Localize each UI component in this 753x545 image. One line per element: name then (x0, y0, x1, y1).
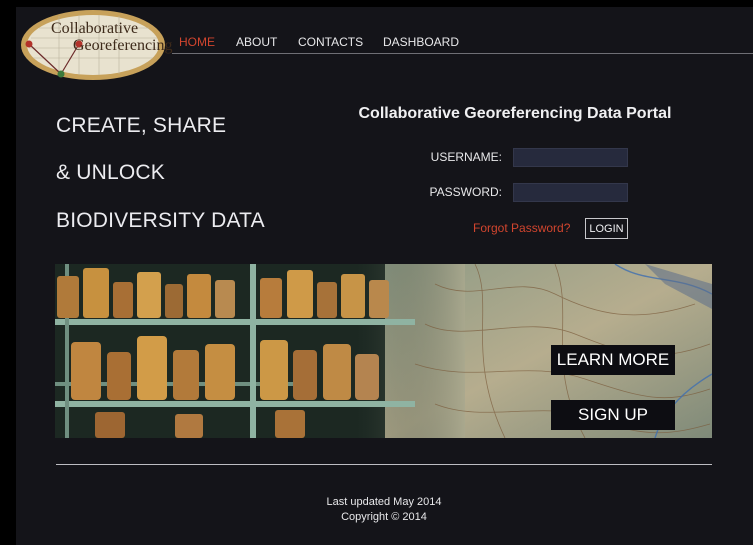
password-label: PASSWORD: (429, 185, 502, 199)
footer-updated: Last updated May 2014 (326, 496, 442, 508)
username-label: USERNAME: (430, 150, 502, 164)
footer-copyright: Copyright © 2014 (341, 511, 427, 523)
learn-more-button[interactable]: LEARN MORE (551, 345, 675, 375)
logo-line-1: Collaborative (51, 20, 139, 37)
portal-title: Collaborative Georeferencing Data Portal (358, 105, 672, 122)
logo-line-2: Georeferencing (73, 37, 173, 54)
hero-line-3: BIODIVERSITY DATA (56, 209, 265, 232)
hero-line-1: CREATE, SHARE (56, 114, 227, 137)
nav-contacts[interactable]: CONTACTS (298, 35, 363, 49)
logo-wordmark: Collaborative Georeferencing (51, 20, 173, 54)
nav-home[interactable]: HOME (179, 35, 215, 49)
sign-up-button[interactable]: SIGN UP (551, 400, 675, 430)
site-logo[interactable]: Collaborative Georeferencing (19, 8, 173, 82)
hero-line-2: & UNLOCK (56, 161, 165, 184)
nav-dashboard[interactable]: DASHBOARD (383, 35, 459, 49)
username-input[interactable] (513, 148, 628, 167)
login-button[interactable]: LOGIN (585, 218, 628, 239)
password-input[interactable] (513, 183, 628, 202)
main-nav: HOME ABOUT CONTACTS DASHBOARD (172, 33, 753, 54)
nav-about[interactable]: ABOUT (236, 35, 277, 49)
forgot-password-link[interactable]: Forgot Password? (473, 221, 570, 235)
footer-divider (56, 464, 712, 465)
